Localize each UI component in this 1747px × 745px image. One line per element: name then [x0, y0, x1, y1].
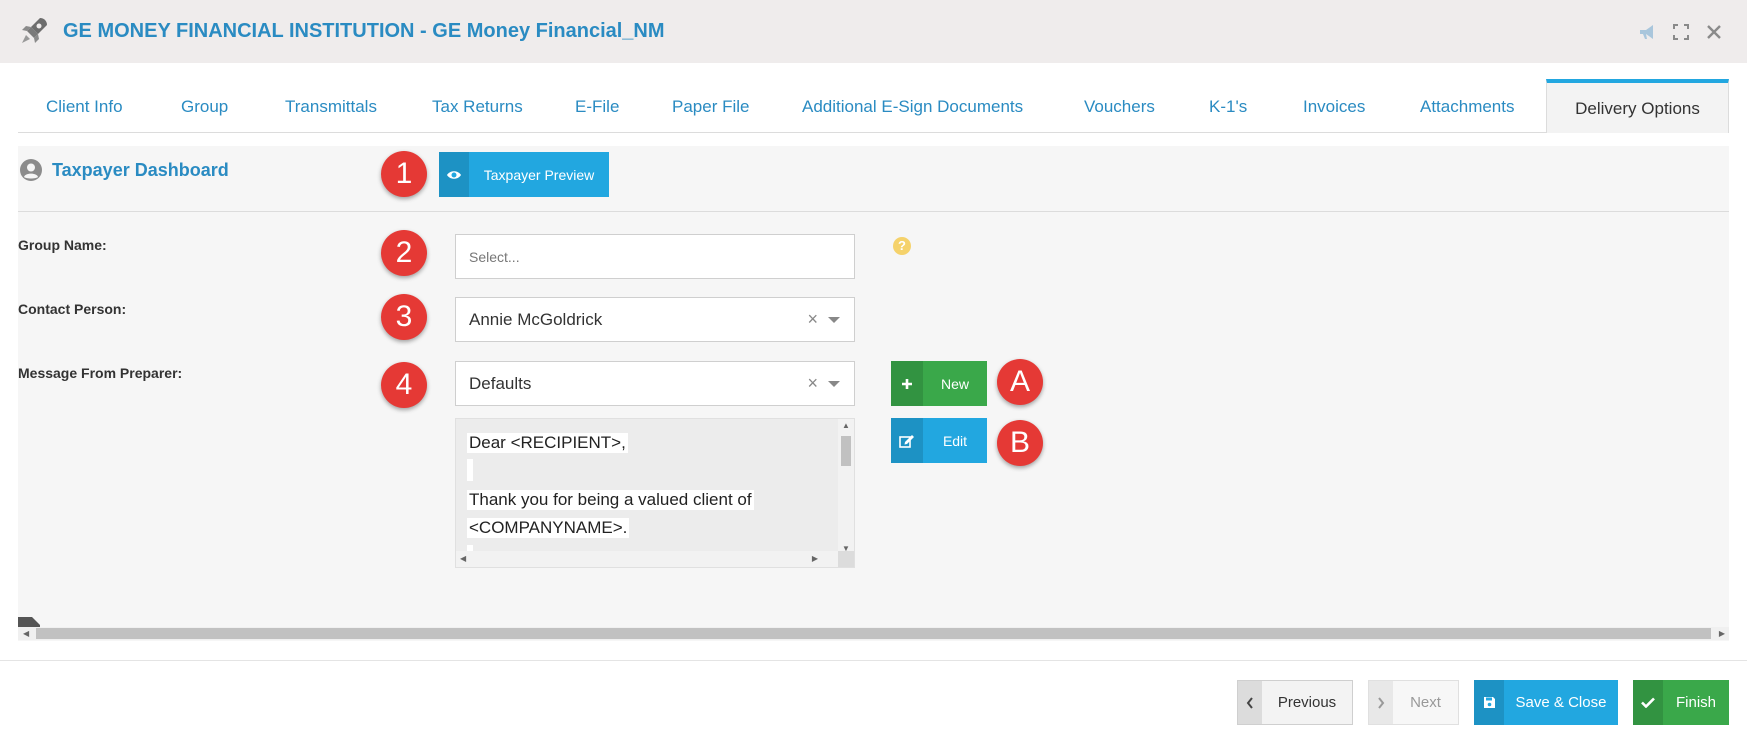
tab-bar: Client Info Group Transmittals Tax Retur…	[18, 79, 1729, 133]
tab-additional-esign-documents[interactable]: Additional E-Sign Documents	[802, 80, 1023, 133]
checkmark-icon	[1633, 680, 1663, 725]
scroll-up-icon[interactable]: ▲	[842, 421, 850, 430]
tab-delivery-options[interactable]: Delivery Options	[1546, 79, 1729, 133]
megaphone-icon[interactable]	[1638, 22, 1658, 42]
tab-client-info[interactable]: Client Info	[46, 80, 123, 133]
group-name-select[interactable]: Select...	[455, 234, 855, 279]
scroll-right-icon[interactable]: ▶	[812, 554, 818, 563]
taxpayer-dashboard-title: Taxpayer Dashboard	[52, 160, 229, 180]
tab-e-file[interactable]: E-File	[575, 80, 619, 133]
message-line	[467, 459, 473, 481]
clear-message-icon[interactable]: ×	[807, 362, 818, 405]
edit-message-button[interactable]: Edit	[891, 418, 987, 463]
callout-badge-2: 2	[381, 230, 427, 276]
tab-group[interactable]: Group	[181, 80, 228, 133]
help-icon[interactable]: ?	[893, 237, 911, 255]
callout-badge-1: 1	[381, 151, 427, 197]
tab-transmittals[interactable]: Transmittals	[285, 80, 377, 133]
message-vertical-scrollbar[interactable]: ▲ ▼	[838, 419, 854, 553]
contact-person-select[interactable]: Annie McGoldrick ×	[455, 297, 855, 342]
tab-k1s[interactable]: K-1's	[1209, 80, 1247, 133]
callout-badge-b: B	[997, 420, 1043, 466]
tab-tax-returns[interactable]: Tax Returns	[432, 80, 523, 133]
callout-badge-4: 4	[381, 362, 427, 408]
new-label: New	[940, 375, 969, 392]
page-scroll-thumb[interactable]	[36, 628, 1711, 639]
chevron-left-icon	[1238, 681, 1262, 724]
window-header: GE MONEY FINANCIAL INSTITUTION - GE Mone…	[0, 0, 1747, 63]
save-close-label: Save & Close	[1515, 694, 1607, 711]
callout-badge-3: 3	[381, 294, 427, 340]
chevron-right-icon	[1369, 681, 1393, 724]
next-button[interactable]: Next	[1368, 680, 1459, 725]
message-line: Dear <RECIPIENT>,	[467, 433, 628, 453]
tab-vouchers[interactable]: Vouchers	[1084, 80, 1155, 133]
message-select-value: Defaults	[469, 374, 532, 393]
message-select[interactable]: Defaults ×	[455, 361, 855, 406]
edit-label: Edit	[942, 432, 968, 449]
app-title: GE MONEY FINANCIAL INSTITUTION - GE Mone…	[63, 20, 665, 42]
taxpayer-preview-button[interactable]: Taxpayer Preview	[439, 152, 609, 197]
scroll-thumb[interactable]	[841, 436, 851, 466]
plus-icon	[891, 361, 923, 406]
previous-button[interactable]: Previous	[1237, 680, 1353, 725]
scroll-left-icon[interactable]: ◀	[23, 629, 29, 638]
save-close-button[interactable]: Save & Close	[1474, 680, 1618, 725]
fullscreen-icon[interactable]	[1671, 22, 1691, 42]
finish-button[interactable]: Finish	[1633, 680, 1729, 725]
section-divider	[18, 211, 1729, 212]
resize-handle-icon[interactable]	[18, 617, 40, 627]
group-name-placeholder: Select...	[469, 249, 520, 265]
message-from-preparer-label: Message From Preparer:	[18, 365, 183, 381]
edit-icon	[891, 418, 923, 463]
user-icon	[20, 159, 42, 181]
tab-invoices[interactable]: Invoices	[1303, 80, 1365, 133]
page-horizontal-scrollbar[interactable]: ◀ ▶	[18, 627, 1729, 640]
message-line: Thank you for being a valued client of	[467, 490, 754, 510]
callout-badge-a: A	[997, 359, 1043, 405]
footer-divider	[0, 660, 1747, 661]
message-horizontal-scrollbar[interactable]: ◀ ▶	[456, 551, 840, 567]
next-label: Next	[1410, 694, 1441, 711]
new-message-button[interactable]: New	[891, 361, 987, 406]
contact-person-value: Annie McGoldrick	[469, 310, 603, 329]
message-textarea[interactable]: Dear <RECIPIENT>, Thank you for being a …	[455, 418, 855, 568]
contact-person-label: Contact Person:	[18, 301, 127, 317]
eye-icon	[439, 152, 469, 197]
close-icon[interactable]	[1704, 22, 1724, 42]
chevron-down-icon[interactable]	[828, 381, 840, 387]
floppy-disk-icon	[1474, 680, 1504, 725]
scroll-left-icon[interactable]: ◀	[460, 554, 466, 563]
chevron-down-icon[interactable]	[828, 317, 840, 323]
tab-paper-file[interactable]: Paper File	[672, 80, 749, 133]
previous-label: Previous	[1277, 694, 1337, 711]
tab-attachments[interactable]: Attachments	[1420, 80, 1515, 133]
scroll-corner	[838, 551, 854, 567]
finish-label: Finish	[1675, 694, 1716, 711]
group-name-label: Group Name:	[18, 237, 107, 253]
delivery-options-panel	[18, 146, 1729, 641]
scroll-right-icon[interactable]: ▶	[1719, 629, 1725, 638]
message-line: <COMPANYNAME>.	[467, 518, 630, 538]
rocket-icon	[22, 18, 47, 43]
taxpayer-preview-label: Taxpayer Preview	[483, 166, 595, 183]
clear-contact-icon[interactable]: ×	[807, 298, 818, 341]
